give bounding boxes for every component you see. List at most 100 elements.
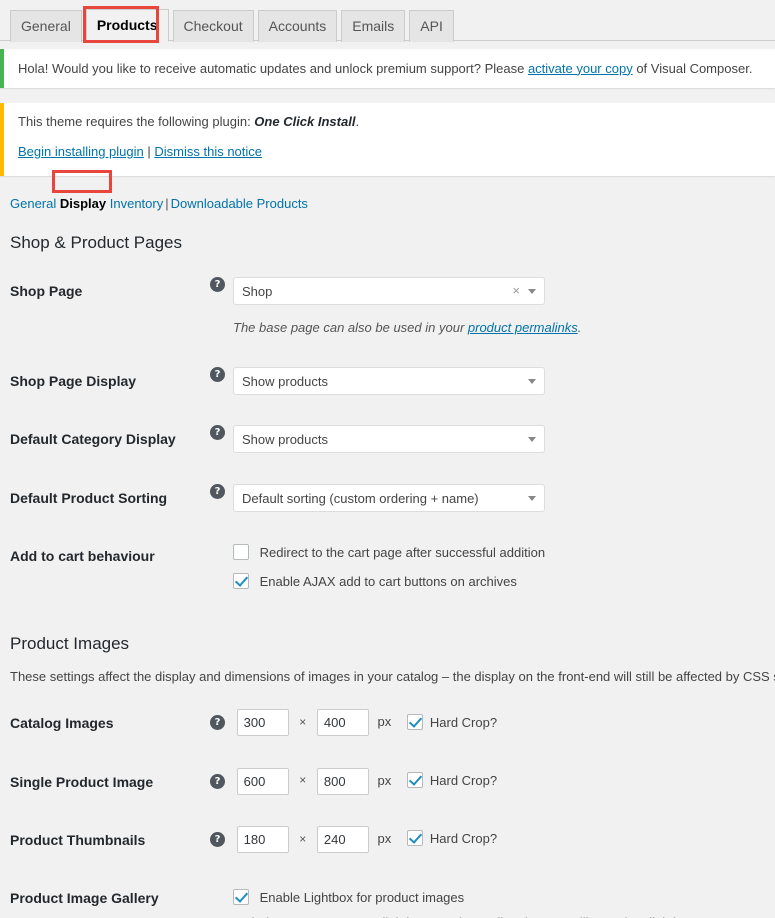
setting-row-single-product-image: Single Product Image ? × px Hard Crop? xyxy=(0,753,775,811)
label-default-product-sorting: Default Product Sorting xyxy=(10,489,168,506)
setting-row-product-image-gallery: Product Image Gallery Enable Lightbox fo… xyxy=(0,869,775,918)
help-icon[interactable]: ? xyxy=(210,831,225,847)
dimension-separator: × xyxy=(299,831,307,846)
shop-page-display-selected-value: Show products xyxy=(242,374,328,390)
label-shop-page-display: Shop Page Display xyxy=(10,373,137,390)
clear-icon[interactable]: × xyxy=(512,278,520,304)
notice-plugin-text-before: This theme requires the following plugin… xyxy=(18,114,255,129)
single-product-image-height-input[interactable] xyxy=(316,767,369,795)
tab-accounts[interactable]: Accounts xyxy=(257,10,338,42)
shop-page-field-wrap: ? Shop × xyxy=(210,277,765,306)
default-category-display-select[interactable]: Show products xyxy=(233,425,545,454)
help-icon[interactable]: ? xyxy=(210,277,225,293)
subnav-item-inventory[interactable]: Inventory xyxy=(110,196,163,211)
px-unit-label: px xyxy=(377,830,392,846)
products-subnav: General Display Inventory | Downloadable P… xyxy=(10,194,775,214)
shop-page-selected-value: Shop xyxy=(242,284,273,300)
woocommerce-products-settings-page: General Products Checkout Accounts Emails API… xyxy=(0,0,775,918)
single-product-hard-crop-checkbox[interactable] xyxy=(406,772,423,789)
tab-emails[interactable]: Emails xyxy=(341,10,406,42)
shop-page-display-select[interactable]: Show products xyxy=(233,367,545,396)
section-title-product-images: Product Images xyxy=(10,633,130,653)
dismiss-notice-link[interactable]: Dismiss this notice xyxy=(154,144,262,159)
catalog-hard-crop-label: Hard Crop? xyxy=(429,714,498,730)
activate-your-copy-link[interactable]: activate your copy xyxy=(528,61,633,76)
dimension-separator: × xyxy=(299,773,307,788)
label-single-product-image: Single Product Image xyxy=(10,773,154,790)
subnav-item-display[interactable]: Display xyxy=(60,196,106,211)
begin-installing-plugin-link[interactable]: Begin installing plugin xyxy=(18,144,144,159)
default-category-display-selected-value: Show products xyxy=(242,432,328,448)
notice-updates-text-after: of Visual Composer. xyxy=(632,60,753,76)
help-icon[interactable]: ? xyxy=(210,715,225,731)
chevron-down-icon xyxy=(528,495,536,501)
tab-products[interactable]: Products xyxy=(85,9,169,42)
label-default-category-display: Default Category Display xyxy=(10,431,176,448)
tab-checkout[interactable]: Checkout xyxy=(172,10,254,42)
shop-page-select[interactable]: Shop × xyxy=(233,277,545,306)
setting-row-catalog-images: Catalog Images ? × px Hard Crop? xyxy=(0,694,775,752)
tab-general[interactable]: General xyxy=(10,10,82,42)
enable-ajax-add-to-cart-checkbox[interactable] xyxy=(233,572,249,589)
label-product-thumbnails: Product Thumbnails xyxy=(10,831,146,848)
product-images-settings-table: Catalog Images ? × px Hard Crop? Single … xyxy=(0,694,775,918)
plugin-name: One Click Install xyxy=(254,114,356,129)
label-shop-page: Shop Page xyxy=(10,283,83,300)
shop-page-desc-after: . xyxy=(577,320,582,336)
catalog-image-height-input[interactable] xyxy=(316,709,369,737)
product-thumbnail-height-input[interactable] xyxy=(316,825,369,853)
catalog-image-width-input[interactable] xyxy=(236,709,289,737)
section-title-shop-product-pages: Shop & Product Pages xyxy=(10,233,183,252)
shop-page-display-field-wrap: ? Show products xyxy=(210,367,765,396)
notice-updates-text: Hola! Would you like to receive automati… xyxy=(16,57,763,81)
redirect-to-cart-checkbox[interactable] xyxy=(233,543,249,560)
default-product-sorting-selected-value: Default sorting (custom ordering + name) xyxy=(242,490,479,506)
subnav-item-downloadable-products[interactable]: Downloadable Products xyxy=(171,196,308,211)
help-icon[interactable]: ? xyxy=(210,483,225,499)
setting-row-add-to-cart-behaviour: Add to cart behaviour Redirect to the ca… xyxy=(0,527,775,615)
catalog-hard-crop-option[interactable]: Hard Crop? xyxy=(406,713,498,730)
product-thumbnail-hard-crop-label: Hard Crop? xyxy=(429,831,498,847)
enable-lightbox-checkbox[interactable] xyxy=(233,889,249,905)
help-icon[interactable]: ? xyxy=(210,773,225,789)
default-category-display-field-wrap: ? Show products xyxy=(210,425,765,454)
px-unit-label: px xyxy=(377,772,392,788)
default-product-sorting-select[interactable]: Default sorting (custom ordering + name) xyxy=(233,483,545,512)
subnav-divider: | xyxy=(165,196,169,211)
px-unit-label: px xyxy=(377,714,392,730)
notice-activate-visual-composer: Hola! Would you like to receive automati… xyxy=(0,49,775,88)
notice-action-separator: | xyxy=(143,144,155,159)
redirect-to-cart-option[interactable]: Redirect to the cart page after successf… xyxy=(233,542,765,564)
subnav-item-general[interactable]: General xyxy=(10,196,56,211)
product-thumbnail-hard-crop-checkbox[interactable] xyxy=(406,830,423,847)
notice-plugin-required: This theme requires the following plugin… xyxy=(0,102,775,176)
setting-row-product-thumbnails: Product Thumbnails ? × px Hard Crop? xyxy=(0,811,775,869)
help-icon[interactable]: ? xyxy=(210,367,225,383)
enable-ajax-add-to-cart-label: Enable AJAX add to cart buttons on archi… xyxy=(259,573,517,589)
enable-ajax-add-to-cart-option[interactable]: Enable AJAX add to cart buttons on archi… xyxy=(233,571,765,593)
label-product-image-gallery: Product Image Gallery xyxy=(10,890,159,906)
notice-updates-text-before: Hola! Would you like to receive automati… xyxy=(18,60,528,76)
redirect-to-cart-label: Redirect to the cart page after successf… xyxy=(259,544,546,560)
product-thumbnail-hard-crop-option[interactable]: Hard Crop? xyxy=(406,830,498,847)
setting-row-default-product-sorting: Default Product Sorting ? Default sortin… xyxy=(0,469,775,527)
single-product-image-width-input[interactable] xyxy=(236,767,289,795)
label-catalog-images: Catalog Images xyxy=(10,715,114,732)
single-product-hard-crop-option[interactable]: Hard Crop? xyxy=(406,772,498,789)
tab-api[interactable]: API xyxy=(409,10,454,42)
help-icon[interactable]: ? xyxy=(210,425,225,441)
catalog-hard-crop-checkbox[interactable] xyxy=(406,713,423,730)
product-thumbnail-width-input[interactable] xyxy=(236,825,289,853)
lightbox-description: Include WooCommerce's lightbox. Product … xyxy=(233,914,765,918)
single-product-hard-crop-label: Hard Crop? xyxy=(429,773,498,789)
shop-pages-settings-table: Shop Page ? Shop × The base page can als… xyxy=(0,262,775,615)
product-images-description: These settings affect the display and di… xyxy=(10,668,775,684)
enable-lightbox-option[interactable]: Enable Lightbox for product images xyxy=(233,887,765,909)
product-permalinks-link[interactable]: product permalinks xyxy=(468,320,578,335)
notice-plugin-text: This theme requires the following plugin… xyxy=(16,110,763,134)
notice-plugin-text-after: . xyxy=(355,114,360,129)
label-add-to-cart-behaviour: Add to cart behaviour xyxy=(10,547,155,564)
setting-row-shop-page-display: Shop Page Display ? Show products xyxy=(0,352,775,410)
enable-lightbox-label: Enable Lightbox for product images xyxy=(259,890,465,905)
dimension-separator: × xyxy=(299,715,307,730)
